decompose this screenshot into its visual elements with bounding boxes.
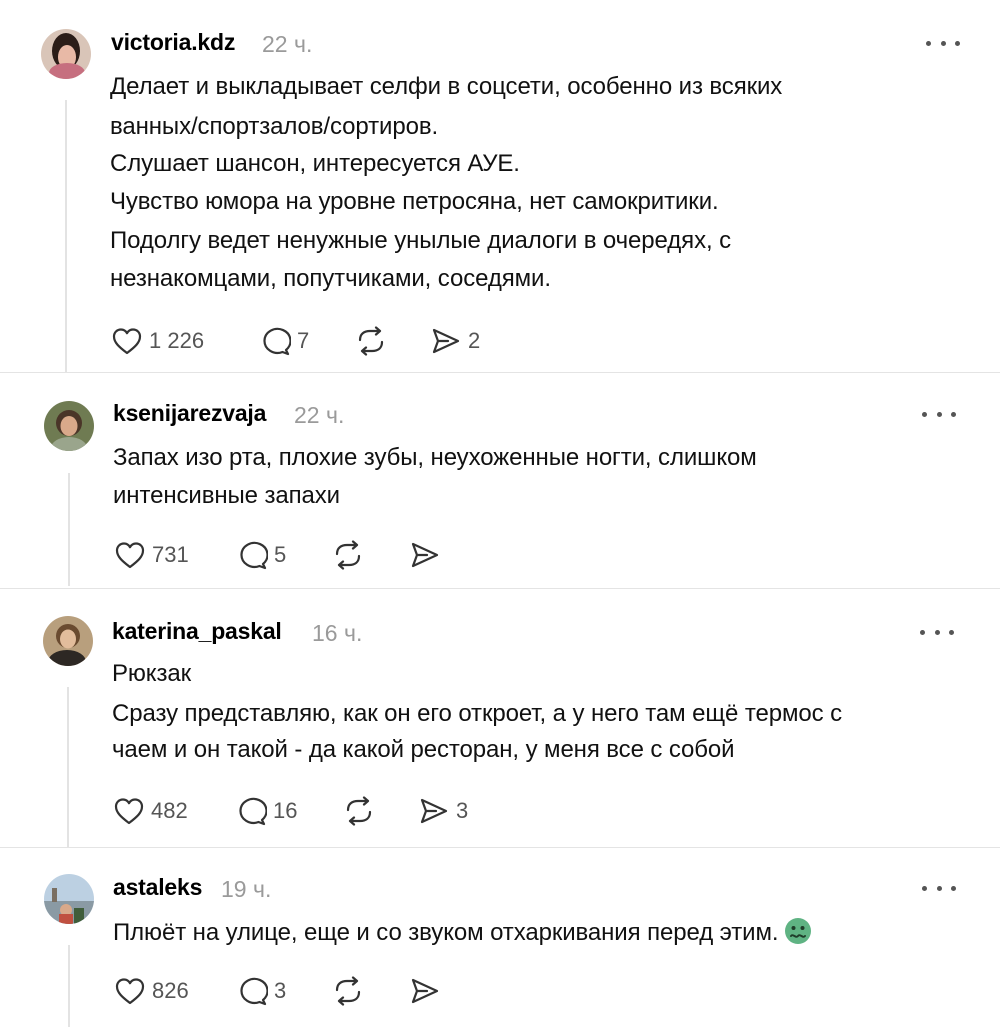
repost-icon: [358, 326, 384, 356]
heart-icon: [115, 978, 145, 1005]
send-icon: [411, 978, 439, 1004]
reply-count: 7: [297, 328, 310, 353]
reply-count: 16: [273, 798, 298, 823]
more-icon[interactable]: [920, 626, 954, 638]
timestamp: 22 ч.: [294, 402, 345, 428]
repost-icon: [346, 796, 372, 826]
repost-button[interactable]: [355, 326, 387, 356]
thread-line: [67, 687, 69, 847]
reply-count: 5: [274, 542, 287, 567]
reply-button[interactable]: 16: [235, 796, 297, 826]
username[interactable]: astaleks: [113, 874, 202, 901]
comment-text-line: Плюёт на улице, еще и со звуком отхаркив…: [113, 917, 812, 952]
more-icon[interactable]: [922, 408, 956, 420]
comment-text-line: Чувство юмора на уровне петросяна, нет с…: [110, 188, 719, 215]
username[interactable]: victoria.kdz: [111, 29, 235, 56]
share-button[interactable]: [409, 976, 441, 1006]
comment-text-line: чаем и он такой - да какой ресторан, у м…: [112, 736, 735, 763]
comment-text-line: Рюкзак: [112, 660, 192, 687]
send-icon: [432, 328, 460, 354]
comment-text: Плюёт на улице, еще и со звуком отхаркив…: [113, 919, 779, 946]
comment-text-line: Подолгу ведет ненужные унылые диалоги в …: [110, 227, 732, 254]
comment-text-line: Сразу представляю, как он его откроет, а…: [112, 700, 842, 727]
reply-count: 3: [274, 978, 287, 1003]
thread-line: [65, 100, 67, 372]
like-count: 731: [152, 542, 189, 567]
thread-line: [68, 473, 70, 586]
comment-card: ksenijarezvaja 22 ч. Запах изо рта, плох…: [0, 373, 1000, 586]
nauseated-face-emoji: [784, 917, 812, 952]
avatar[interactable]: [43, 616, 93, 666]
comment-text-line: Слушает шансон, интересуется АУЕ.: [110, 150, 520, 177]
share-button[interactable]: [409, 540, 441, 570]
avatar[interactable]: [44, 401, 94, 451]
comment-card: astaleks 19 ч. Плюёт на улице, еще и со …: [0, 848, 1000, 1027]
timestamp: 16 ч.: [312, 620, 363, 646]
thread-line: [68, 945, 70, 1027]
comment-text-line: незнакомцами, попутчиками, соседями.: [110, 265, 551, 292]
repost-button[interactable]: [332, 540, 364, 570]
repost-button[interactable]: [332, 976, 364, 1006]
send-icon: [420, 798, 448, 824]
repost-icon: [335, 540, 361, 570]
heart-icon: [115, 542, 145, 569]
like-count: 1 226: [149, 328, 205, 353]
more-icon[interactable]: [922, 882, 956, 894]
send-icon: [411, 542, 439, 568]
comment-card: katerina_paskal 16 ч. Рюкзак Сразу предс…: [0, 589, 1000, 847]
comment-text-line: ванных/спортзалов/сортиров.: [110, 113, 439, 140]
comment-text-line: интенсивные запахи: [113, 482, 340, 509]
timestamp: 22 ч.: [262, 31, 313, 57]
username[interactable]: ksenijarezvaja: [113, 400, 266, 427]
share-button[interactable]: 3: [418, 796, 468, 826]
like-button[interactable]: 1 226: [111, 326, 204, 356]
like-button[interactable]: 482: [113, 796, 188, 826]
share-button[interactable]: 2: [430, 326, 480, 356]
comment-card: victoria.kdz 22 ч. Делает и выкладывает …: [0, 0, 1000, 372]
share-count: 2: [468, 328, 481, 353]
comment-icon: [240, 977, 268, 1006]
like-count: 826: [152, 978, 189, 1003]
comment-text-line: Запах изо рта, плохие зубы, неухоженные …: [113, 444, 757, 471]
more-icon[interactable]: [926, 37, 960, 49]
comment-icon: [263, 327, 291, 356]
repost-button[interactable]: [343, 796, 375, 826]
avatar[interactable]: [44, 874, 94, 924]
like-count: 482: [151, 798, 188, 823]
timestamp: 19 ч.: [221, 876, 272, 902]
heart-icon: [112, 328, 142, 355]
reply-button[interactable]: 3: [236, 976, 286, 1006]
share-count: 3: [456, 798, 469, 823]
comment-text-line: Делает и выкладывает селфи в соцсети, ос…: [110, 73, 783, 100]
avatar[interactable]: [41, 29, 91, 79]
like-button[interactable]: 731: [114, 540, 189, 570]
username[interactable]: katerina_paskal: [112, 618, 282, 645]
comment-icon: [240, 541, 268, 570]
reply-button[interactable]: 7: [259, 326, 309, 356]
like-button[interactable]: 826: [114, 976, 189, 1006]
repost-icon: [335, 976, 361, 1006]
reply-button[interactable]: 5: [236, 540, 286, 570]
comment-icon: [239, 797, 267, 826]
heart-icon: [114, 798, 144, 825]
